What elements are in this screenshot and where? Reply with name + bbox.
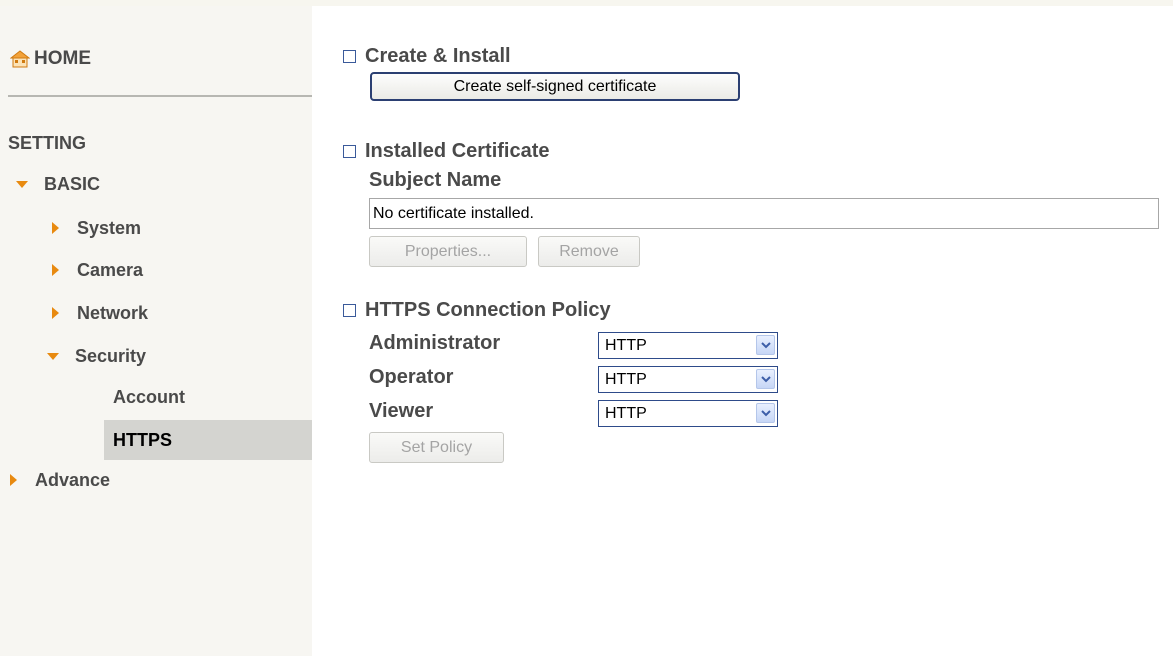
- set-policy-button[interactable]: Set Policy: [369, 432, 504, 463]
- sidebar-item-label: Advance: [35, 469, 111, 490]
- sidebar-item-network[interactable]: Network: [52, 300, 148, 326]
- properties-button[interactable]: Properties...: [369, 236, 527, 267]
- square-bullet-icon: [343, 304, 356, 317]
- triangle-right-icon: [52, 307, 59, 319]
- sidebar-item-label: Account: [113, 386, 185, 407]
- chevron-down-icon[interactable]: [756, 335, 775, 355]
- sidebar-item-https-label-wrap[interactable]: HTTPS: [113, 427, 172, 453]
- sidebar-item-advance[interactable]: Advance: [10, 467, 110, 493]
- chevron-down-icon[interactable]: [756, 403, 775, 423]
- home-link[interactable]: HOME: [10, 44, 91, 74]
- subject-name-field: No certificate installed.: [369, 198, 1159, 229]
- section-title: Create & Install: [365, 45, 511, 67]
- sidebar-item-label: Camera: [77, 259, 144, 280]
- sidebar: [0, 6, 312, 656]
- operator-select-value: HTTP: [605, 371, 647, 388]
- sidebar-item-label: BASIC: [44, 173, 101, 194]
- remove-button[interactable]: Remove: [538, 236, 640, 267]
- square-bullet-icon: [343, 50, 356, 63]
- viewer-select-value: HTTP: [605, 405, 647, 422]
- create-self-signed-certificate-button[interactable]: Create self-signed certificate: [370, 72, 740, 101]
- triangle-right-icon: [52, 264, 59, 276]
- section-title: Installed Certificate: [365, 140, 550, 162]
- sidebar-item-label: Network: [77, 302, 149, 323]
- viewer-label: Viewer: [369, 400, 434, 422]
- triangle-down-icon: [47, 352, 59, 360]
- operator-select[interactable]: HTTP: [598, 366, 778, 393]
- operator-label: Operator: [369, 366, 454, 388]
- triangle-right-icon: [52, 222, 59, 234]
- sidebar-divider: [8, 95, 312, 97]
- sidebar-item-label: HTTPS: [113, 429, 173, 450]
- sidebar-item-camera[interactable]: Camera: [52, 257, 143, 283]
- sidebar-item-security[interactable]: Security: [47, 343, 146, 369]
- section-https-connection-policy: HTTPS Connection Policy: [343, 299, 611, 322]
- triangle-down-icon: [16, 180, 28, 188]
- sidebar-item-basic[interactable]: BASIC: [16, 171, 100, 197]
- section-installed-certificate: Installed Certificate: [343, 140, 550, 163]
- setting-heading: SETTING: [8, 133, 87, 153]
- subject-name-label: Subject Name: [369, 169, 502, 191]
- section-create-install: Create & Install: [343, 45, 511, 68]
- administrator-select[interactable]: HTTP: [598, 332, 778, 359]
- square-bullet-icon: [343, 145, 356, 158]
- sidebar-item-system[interactable]: System: [52, 215, 141, 241]
- sidebar-item-label: System: [77, 217, 142, 238]
- administrator-select-value: HTTP: [605, 337, 647, 354]
- section-title: HTTPS Connection Policy: [365, 299, 611, 321]
- chevron-down-icon[interactable]: [756, 369, 775, 389]
- sidebar-item-account[interactable]: Account: [113, 384, 185, 410]
- home-label: HOME: [34, 48, 91, 69]
- viewer-select[interactable]: HTTP: [598, 400, 778, 427]
- triangle-right-icon: [10, 474, 17, 486]
- home-icon: [10, 50, 30, 68]
- administrator-label: Administrator: [369, 332, 501, 354]
- sidebar-item-label: Security: [75, 345, 147, 366]
